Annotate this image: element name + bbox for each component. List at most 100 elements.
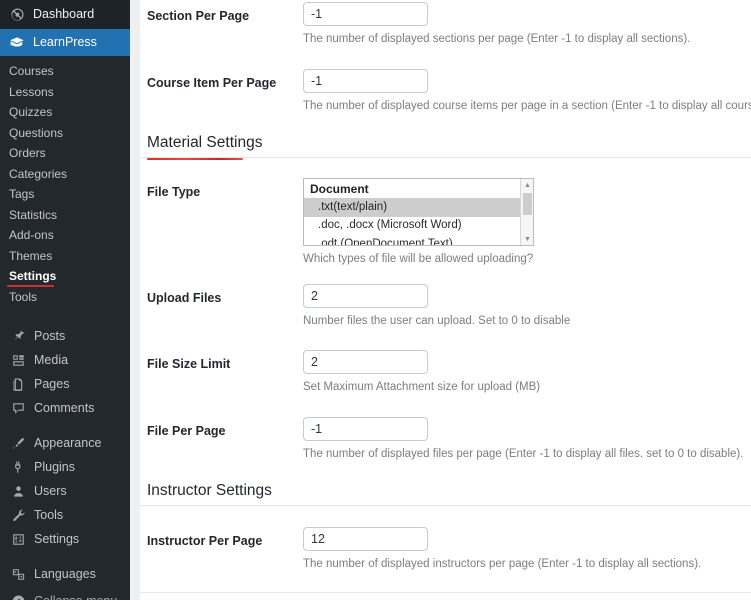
sidebar-item-plugins[interactable]: Plugins	[0, 455, 130, 479]
sidebar-item-posts[interactable]: Posts	[0, 324, 130, 348]
listbox-option[interactable]: .txt(text/plain)	[304, 198, 533, 217]
sidebar-subitem-label: Themes	[9, 248, 53, 263]
sidebar-subitem-lessons[interactable]: Lessons	[0, 82, 130, 103]
sidebar-subitem-settings[interactable]: Settings	[0, 266, 130, 287]
section-heading: Instructor Settings	[147, 482, 272, 500]
sidebar-subitem-themes[interactable]: Themes	[0, 246, 130, 267]
sidebar-content-gutter	[130, 0, 140, 600]
section-heading: Material Settings	[147, 134, 263, 152]
wp-menu-group-2: Appearance Plugins Users Tools Settings	[0, 431, 130, 551]
wp-menu-group-3: Languages	[0, 562, 130, 586]
course-item-per-page-input[interactable]	[303, 68, 428, 93]
field-row: Instructor Per Page The number of displa…	[140, 506, 751, 573]
scroll-down-arrow-icon[interactable]: ▼	[521, 233, 533, 245]
listbox-optgroup-label: Document	[310, 182, 369, 197]
sidebar-item-tools[interactable]: Tools	[0, 503, 130, 527]
field-description: The number of displayed course items per…	[303, 99, 751, 112]
brush-icon	[9, 434, 27, 452]
sidebar-item-pages[interactable]: Pages	[0, 372, 130, 396]
listbox-scrollbar[interactable]: ▲ ▼	[520, 179, 533, 246]
field-row: Course Item Per Page The number of displ…	[140, 48, 751, 115]
wp-admin-sidebar: Dashboard LearnPress Courses Lessons Quizz…	[0, 0, 130, 600]
sidebar-item-settings[interactable]: Settings	[0, 527, 130, 551]
field-row: File Per Page The number of displayed fi…	[140, 396, 751, 463]
sidebar-divider-1	[0, 313, 130, 324]
sliders-icon	[9, 530, 27, 548]
graduation-cap-icon	[8, 34, 26, 52]
sidebar-subitem-label: Settings	[9, 269, 57, 284]
wp-menu-group-1: Posts Media Pages Comments	[0, 324, 130, 420]
sidebar-subitem-label: Questions	[9, 125, 64, 140]
sidebar-item-label: Appearance	[34, 435, 102, 450]
field-label: File Type	[147, 185, 201, 200]
sidebar-item-media[interactable]: Media	[0, 348, 130, 372]
sidebar-subitem-label: Tools	[9, 289, 38, 304]
sidebar-subitem-label: Statistics	[9, 207, 58, 222]
file-type-listbox[interactable]: Document .txt(text/plain) .doc, .docx (Mic…	[303, 178, 534, 247]
field-row: File Size Limit Set Maximum Attachment s…	[140, 329, 751, 396]
sidebar-item-label: Pages	[34, 376, 70, 391]
sidebar-item-label: Dashboard	[33, 7, 95, 22]
sidebar-item-learnpress[interactable]: LearnPress	[0, 29, 130, 56]
user-icon	[9, 482, 27, 500]
field-row: Upload Files Number files the user can u…	[140, 268, 751, 330]
file-per-page-input[interactable]	[303, 416, 428, 441]
comment-icon	[9, 399, 27, 417]
pin-icon	[9, 327, 27, 345]
sidebar-subitem-statistics[interactable]: Statistics	[0, 205, 130, 226]
file-size-limit-input[interactable]	[303, 350, 428, 375]
collapse-menu-button[interactable]: Collapse menu	[0, 591, 130, 600]
sidebar-item-label: Tools	[34, 507, 64, 522]
media-icon	[9, 351, 27, 369]
scrollbar-thumb[interactable]	[523, 193, 532, 216]
field-description: The number of displayed sections per pag…	[303, 33, 691, 45]
field-description: The number of displayed files per page (…	[303, 447, 744, 460]
form-actions: Save settings	[140, 593, 751, 600]
sidebar-subitem-courses[interactable]: Courses	[0, 61, 130, 82]
field-description: Set Maximum Attachment size for upload (…	[303, 381, 541, 394]
field-row: Section Per Page The number of displayed…	[140, 0, 751, 48]
sidebar-subitem-orders[interactable]: Orders	[0, 143, 130, 164]
settings-content-panel: Section Per Page The number of displayed…	[140, 0, 751, 600]
section-divider	[140, 505, 751, 507]
sidebar-subitem-label: Quizzes	[9, 105, 53, 120]
scroll-up-arrow-icon[interactable]: ▲	[521, 179, 533, 191]
field-label: Section Per Page	[147, 9, 250, 23]
sidebar-item-label: Comments	[34, 400, 95, 415]
sidebar-item-label: Users	[34, 483, 67, 498]
sidebar-subitem-add-ons[interactable]: Add-ons	[0, 225, 130, 246]
sidebar-item-dashboard[interactable]: Dashboard	[0, 0, 130, 29]
instructor-per-page-input[interactable]	[303, 527, 428, 552]
pages-icon	[9, 375, 27, 393]
field-label: Instructor Per Page	[147, 534, 263, 549]
annotation-underline-material	[147, 158, 243, 161]
sidebar-subitem-label: Categories	[9, 166, 68, 181]
sidebar-item-languages[interactable]: Languages	[0, 562, 130, 586]
section-per-page-input[interactable]	[303, 2, 428, 26]
sidebar-subitem-questions[interactable]: Questions	[0, 123, 130, 144]
sidebar-subitem-tools[interactable]: Tools	[0, 287, 130, 308]
upload-files-input[interactable]	[303, 283, 428, 308]
sidebar-item-label: LearnPress	[33, 35, 97, 50]
plug-icon	[9, 458, 27, 476]
sidebar-item-label: Settings	[34, 531, 80, 546]
sidebar-subitem-categories[interactable]: Categories	[0, 164, 130, 185]
sidebar-subitem-tags[interactable]: Tags	[0, 184, 130, 205]
sidebar-item-comments[interactable]: Comments	[0, 396, 130, 420]
listbox-option[interactable]: .odt (OpenDocument Text)	[304, 235, 533, 245]
sidebar-subitem-quizzes[interactable]: Quizzes	[0, 102, 130, 123]
sidebar-subitem-label: Courses	[9, 64, 54, 79]
sidebar-divider-2	[0, 420, 130, 431]
field-description: Number files the user can upload. Set to…	[303, 314, 571, 327]
sidebar-item-appearance[interactable]: Appearance	[0, 431, 130, 455]
sidebar-subitem-label: Tags	[9, 187, 35, 202]
field-label: Course Item Per Page	[147, 75, 277, 90]
sidebar-subitem-label: Lessons	[9, 84, 54, 99]
dashboard-icon	[8, 6, 26, 24]
instructor-settings-section-header: Instructor Settings	[140, 482, 751, 507]
sidebar-item-label: Languages	[34, 566, 96, 581]
field-label: Upload Files	[147, 290, 222, 305]
sidebar-item-label: Media	[34, 352, 69, 367]
sidebar-item-users[interactable]: Users	[0, 479, 130, 503]
listbox-option[interactable]: .doc, .docx (Microsoft Word)	[304, 217, 533, 236]
